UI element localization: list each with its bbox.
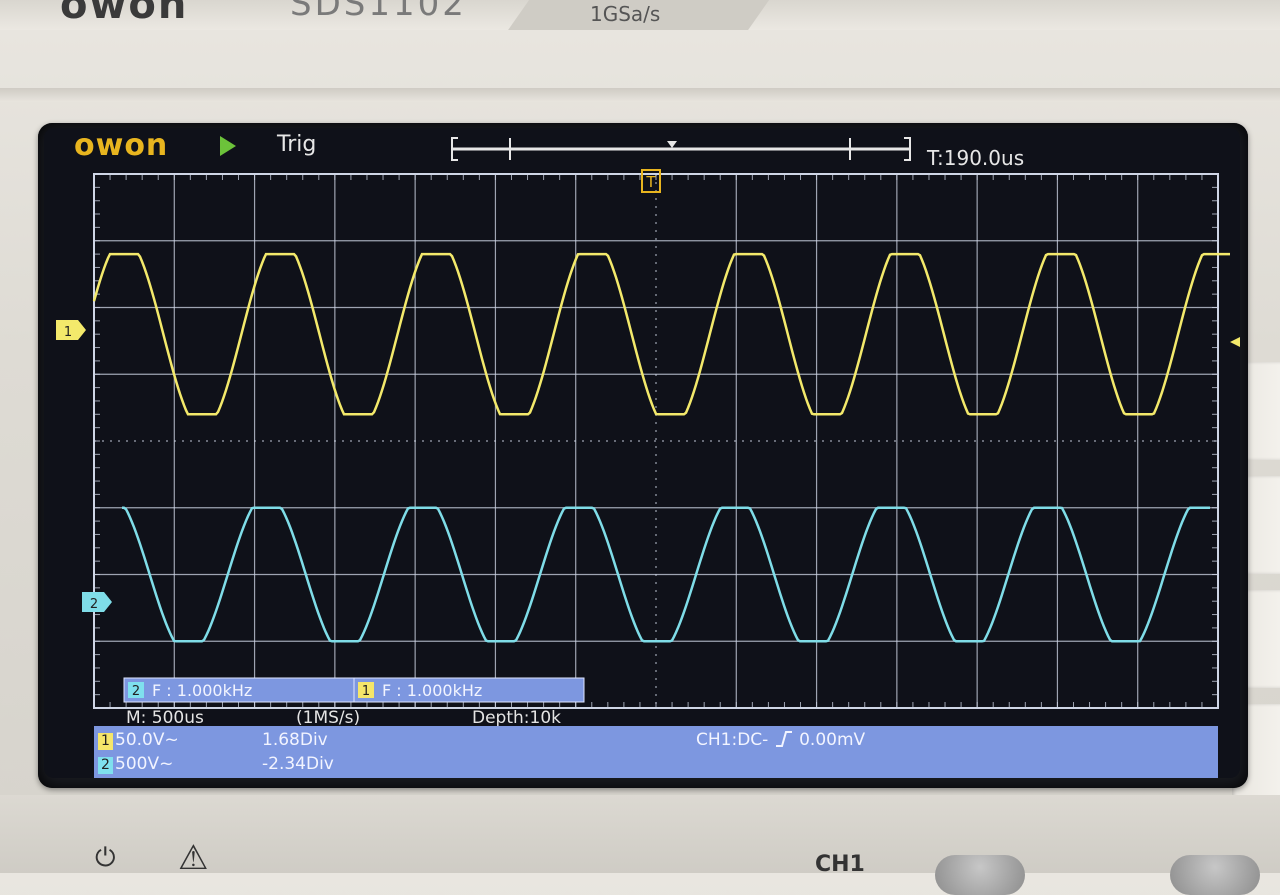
ch1-scale-row[interactable]: 1 50.0V~ [98,730,179,750]
power-icon: ⏻ [95,843,116,873]
input-connector[interactable] [1170,855,1260,895]
trigger-marker-text: T [645,173,656,191]
acq-sample-rate: (1MS/s) [296,708,361,728]
ch1-level-marker[interactable]: 1 [56,320,86,340]
svg-text:F : 1.000kHz: F : 1.000kHz [152,681,252,700]
input-connector[interactable] [935,855,1025,895]
trigger-level: 0.00mV [799,730,866,750]
trigger-source: CH1:DC- [696,730,769,750]
svg-text:2: 2 [132,684,140,699]
ch1-frequency-readout: 1 F : 1.000kHz [353,677,585,703]
trigger-setting[interactable]: CH1:DC- 0.00mV [696,730,865,750]
ch2-scale-row[interactable]: 2 500V~ [98,754,173,774]
memory-depth: Depth:10k [472,708,561,728]
panel-ch1-label: CH1 [815,852,865,877]
waveform-display: T 1 2 2 F : 1.000kHz 1 F : 1.000kHz [56,137,1240,709]
device-model: SDS1102 [290,0,467,24]
ch2-frequency-readout: 2 F : 1.000kHz [123,677,355,703]
svg-text:F : 1.000kHz: F : 1.000kHz [382,681,482,700]
timebase: M: 500us [126,708,204,728]
warning-icon: ⚠ [178,838,209,878]
ch1-trigger-level-arrow[interactable] [1230,332,1240,352]
ch2-level-marker[interactable]: 2 [82,592,112,612]
horizontal-position-bar[interactable] [451,137,911,161]
ch2-offset: -2.34Div [262,754,334,774]
ch1-marker-text: 1 [64,325,72,340]
bezel-ridge [0,88,1280,102]
rising-edge-icon [775,731,792,747]
ch1-badge: 1 [98,733,113,750]
ch1-waveform [92,252,1230,416]
svg-text:1: 1 [362,684,370,699]
ch2-marker-text: 2 [90,597,98,612]
ch1-scale: 50.0V~ [115,730,179,750]
oscilloscope-screen: owon Trig T:190.0us T 1 2 2 F: 1.000kHz… [44,128,1240,778]
device-sample-rate: 1GSa/s [590,2,661,26]
device-brand: owon [60,0,189,28]
ch2-scale: 500V~ [115,754,174,774]
status-bar: 1 50.0V~ 1.68Div 2 500V~ -2.34Div CH1:DC- … [94,726,1218,778]
ch2-badge: 2 [98,757,113,774]
ch1-offset: 1.68Div [262,730,328,750]
